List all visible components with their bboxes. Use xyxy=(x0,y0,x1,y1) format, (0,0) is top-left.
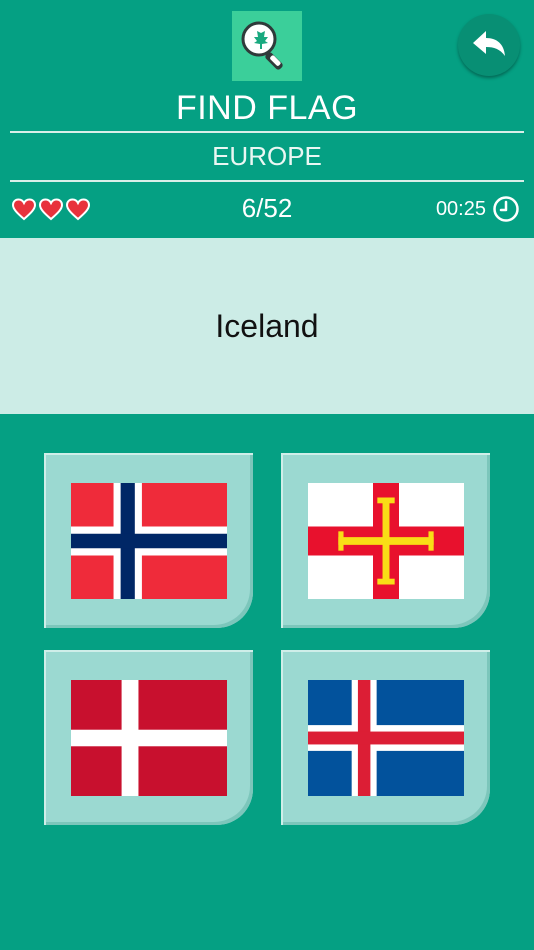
flag-option-1[interactable] xyxy=(44,453,253,628)
flag-option-2[interactable] xyxy=(281,453,490,628)
magnifier-maple-leaf-icon xyxy=(232,11,302,81)
region-label: EUROPE xyxy=(212,141,322,171)
country-name: Iceland xyxy=(215,307,319,344)
iceland-flag-icon xyxy=(308,680,464,796)
page-title: FIND FLAG xyxy=(175,89,359,127)
timer-text: 00:25 xyxy=(435,198,486,220)
denmark-flag-icon xyxy=(71,680,227,796)
divider xyxy=(10,180,524,182)
guernsey-flag-icon xyxy=(308,483,464,599)
divider xyxy=(10,131,524,133)
timer: 00:25 xyxy=(436,194,520,224)
flag-option-3[interactable] xyxy=(44,650,253,825)
norway-flag-icon xyxy=(71,483,227,599)
clock-icon xyxy=(493,196,519,222)
flag-option-4[interactable] xyxy=(281,650,490,825)
back-arrow-icon xyxy=(473,31,505,56)
back-button[interactable] xyxy=(458,14,520,76)
question-panel: Iceland xyxy=(0,238,534,414)
